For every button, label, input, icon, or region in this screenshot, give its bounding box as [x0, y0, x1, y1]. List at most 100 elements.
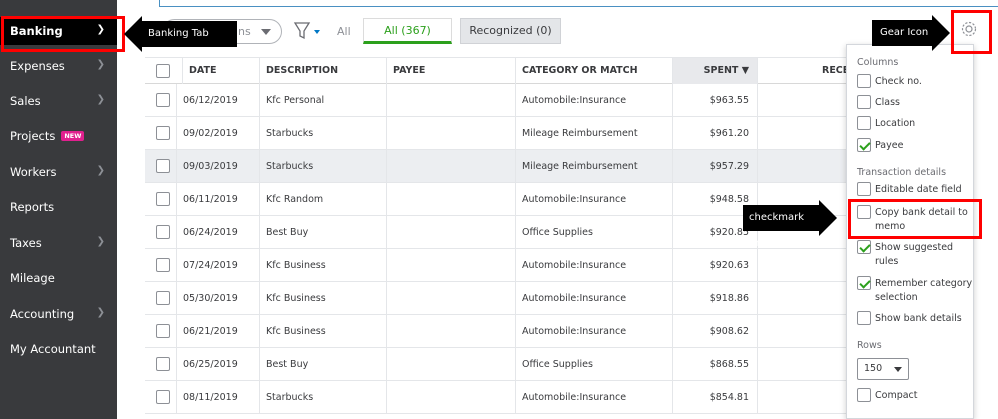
option-label: Payee	[875, 140, 904, 151]
option-label: Editable date field	[875, 184, 962, 195]
annotation-gear-highlight	[951, 10, 992, 54]
sidebar-item-workers[interactable]: Workers ❯	[0, 158, 117, 186]
cell-category: Automobile:Insurance	[515, 84, 672, 117]
top-container-border	[159, 0, 998, 7]
checkbox[interactable]	[857, 116, 871, 130]
filter-all-label[interactable]: All	[337, 25, 351, 38]
caret-down-icon	[261, 29, 271, 35]
row-checkbox[interactable]	[156, 126, 170, 140]
table-row[interactable]: 08/11/2019 Starbucks Automobile:Insurance $…	[145, 381, 875, 414]
table-row[interactable]: 05/30/2019 Kfc Business Automobile:Insuran…	[145, 282, 875, 315]
sidebar-item-taxes[interactable]: Taxes ❯	[0, 229, 117, 257]
option-label: Remember category selection	[875, 278, 973, 303]
cell-payee	[386, 315, 515, 348]
checkbox[interactable]	[857, 388, 871, 402]
row-checkbox[interactable]	[156, 93, 170, 107]
row-checkbox[interactable]	[156, 357, 170, 371]
sidebar-item-accounting[interactable]: Accounting ❯	[0, 300, 117, 328]
row-select-cell[interactable]	[145, 348, 176, 381]
cell-description: Starbucks	[259, 117, 386, 150]
sidebar-item-projects[interactable]: Projects NEW	[0, 122, 117, 150]
checkbox[interactable]	[857, 182, 871, 196]
cell-category: Mileage Reimbursement	[515, 150, 672, 183]
checkbox-checked[interactable]	[857, 138, 871, 152]
checkbox-checked[interactable]	[857, 276, 871, 290]
cell-payee	[386, 249, 515, 282]
tab-all[interactable]: All (367)	[363, 18, 452, 44]
cell-category: Automobile:Insurance	[515, 315, 672, 348]
row-select-cell[interactable]	[145, 282, 176, 315]
row-select-cell[interactable]	[145, 84, 176, 117]
cell-spent: $957.29	[672, 150, 757, 183]
row-select-cell[interactable]	[145, 216, 176, 249]
row-checkbox[interactable]	[156, 324, 170, 338]
table-row[interactable]: 09/02/2019 Starbucks Mileage Reimbursement…	[145, 117, 875, 150]
table-row[interactable]: 06/21/2019 Kfc Business Automobile:Insuran…	[145, 315, 875, 348]
row-checkbox[interactable]	[156, 390, 170, 404]
row-checkbox[interactable]	[156, 291, 170, 305]
sidebar-item-label: Mileage	[10, 271, 55, 285]
header-payee[interactable]: PAYEE	[386, 58, 515, 84]
header-description[interactable]: DESCRIPTION	[259, 58, 386, 84]
sidebar-item-label: Projects	[10, 129, 56, 143]
cell-payee	[386, 183, 515, 216]
option-label: Show bank details	[875, 313, 962, 324]
table-row[interactable]: 09/03/2019 Starbucks Mileage Reimbursement…	[145, 150, 875, 183]
cell-description: Kfc Business	[259, 315, 386, 348]
cell-spent: $920.63	[672, 249, 757, 282]
row-checkbox[interactable]	[156, 192, 170, 206]
row-select-cell[interactable]	[145, 315, 176, 348]
checkbox[interactable]	[857, 311, 871, 325]
header-spent[interactable]: SPENT ▼	[672, 58, 757, 84]
transaction-details-heading: Transaction details	[857, 167, 947, 178]
row-select-cell[interactable]	[145, 117, 176, 150]
header-select-all[interactable]	[145, 58, 176, 84]
cell-date: 08/11/2019	[176, 381, 259, 414]
option-label: Check no.	[875, 76, 922, 87]
row-checkbox[interactable]	[156, 258, 170, 272]
header-date[interactable]: DATE	[182, 58, 259, 84]
sidebar-item-label: Reports	[10, 200, 55, 214]
sidebar-item-my-accountant[interactable]: My Accountant	[0, 335, 117, 363]
annotation-arrow-right	[932, 15, 950, 51]
rows-per-page-select[interactable]: 150	[857, 358, 909, 380]
sidebar-item-sales[interactable]: Sales ❯	[0, 87, 117, 115]
row-select-cell[interactable]	[145, 150, 176, 183]
filter-icon[interactable]	[293, 21, 323, 41]
cell-description: Starbucks	[259, 150, 386, 183]
row-select-cell[interactable]	[145, 183, 176, 216]
annotation-arrow-right	[819, 200, 837, 236]
cell-spent: $918.86	[672, 282, 757, 315]
row-select-cell[interactable]	[145, 249, 176, 282]
cell-description: Kfc Business	[259, 282, 386, 315]
chevron-right-icon: ❯	[96, 165, 105, 176]
option-label: Show suggested rules	[875, 242, 954, 267]
annotation-banking-highlight	[1, 16, 125, 52]
sidebar-item-reports[interactable]: Reports	[0, 193, 117, 221]
tab-recognized[interactable]: Recognized (0)	[460, 18, 561, 44]
table-row[interactable]: 06/25/2019 Best Buy Office Supplies $868.55	[145, 348, 875, 381]
cell-payee	[386, 117, 515, 150]
row-select-cell[interactable]	[145, 381, 176, 414]
sidebar-item-expenses[interactable]: Expenses ❯	[0, 52, 117, 80]
sidebar: Banking ❯ Expenses ❯ Sales ❯ Projects NE…	[0, 0, 117, 419]
option-label: Compact	[875, 390, 918, 401]
header-category[interactable]: CATEGORY OR MATCH	[515, 58, 672, 84]
table-row[interactable]: 06/12/2019 Kfc Personal Automobile:Insuran…	[145, 84, 875, 117]
checkbox[interactable]	[857, 74, 871, 88]
checkbox-checked[interactable]	[857, 240, 871, 254]
select-all-checkbox[interactable]	[156, 64, 170, 78]
row-checkbox[interactable]	[156, 159, 170, 173]
cell-description: Kfc Business	[259, 249, 386, 282]
cell-payee	[386, 84, 515, 117]
option-label: Location	[875, 118, 916, 129]
sidebar-item-mileage[interactable]: Mileage	[0, 264, 117, 292]
rows-value: 150	[864, 363, 883, 374]
cell-date: 06/24/2019	[176, 216, 259, 249]
row-checkbox[interactable]	[156, 225, 170, 239]
cell-date: 09/02/2019	[176, 117, 259, 150]
caret-down-icon	[894, 367, 902, 372]
checkbox[interactable]	[857, 95, 871, 109]
rows-heading: Rows	[857, 340, 882, 351]
cell-category: Mileage Reimbursement	[515, 117, 672, 150]
